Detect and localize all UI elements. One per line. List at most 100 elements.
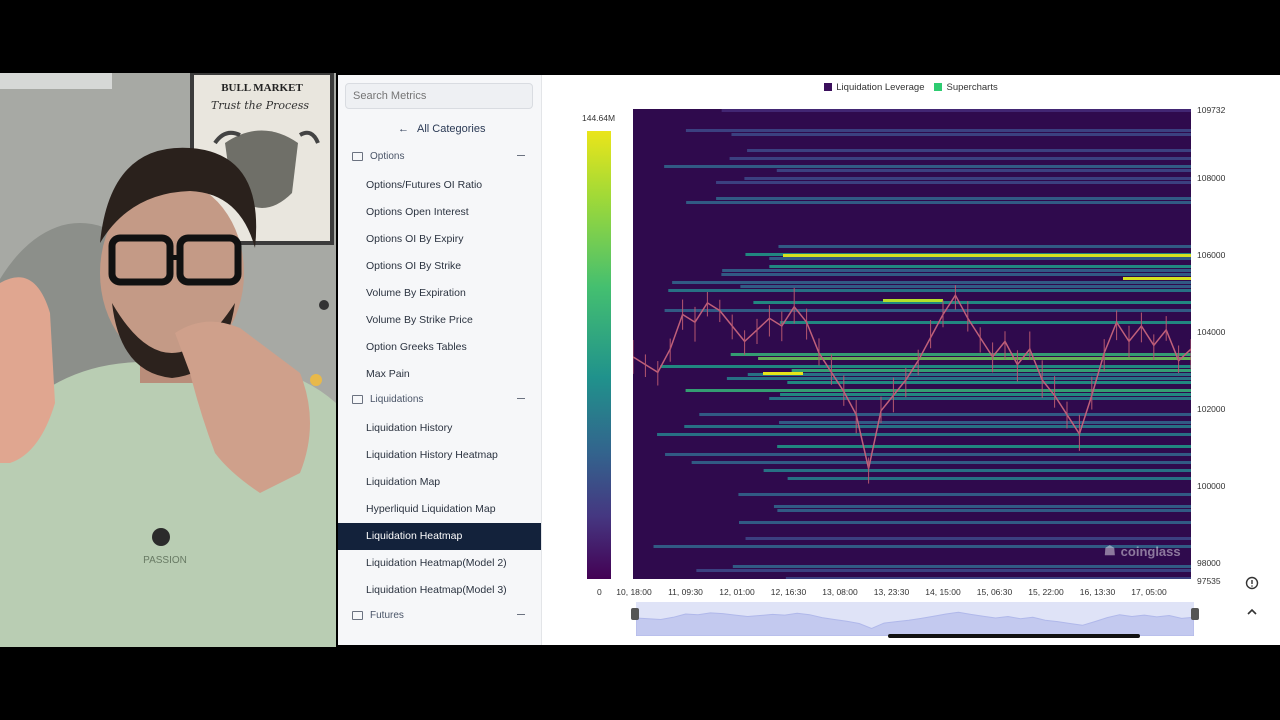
folder-icon	[352, 395, 363, 404]
y-tick-label: 104000	[1197, 327, 1226, 337]
sidebar-item-liquidation-heatmap[interactable]: Liquidation Heatmap	[338, 523, 541, 550]
search-input[interactable]	[345, 83, 533, 109]
sidebar-item-liquidation-history-heatmap[interactable]: Liquidation History Heatmap	[338, 442, 541, 469]
heatmap-band	[685, 129, 1191, 132]
legend-item-leverage[interactable]: Liquidation Leverage	[824, 82, 924, 93]
glasses	[168, 255, 182, 260]
sidebar-item-options-oi-by-strike[interactable]: Options OI By Strike	[338, 253, 541, 280]
heatmap-band	[740, 285, 1191, 288]
category-label: Liquidations	[370, 394, 424, 405]
heatmap-band	[732, 565, 1191, 568]
settings-icon[interactable]	[1242, 573, 1262, 593]
x-tick-label: 12, 16:30	[770, 587, 807, 597]
heatmap-hot-band	[883, 299, 943, 302]
poster-subtitle: Trust the Process	[211, 99, 309, 112]
x-tick-label: 11, 09:30	[668, 587, 703, 597]
heatmap-band	[696, 569, 1191, 572]
sidebar-item-options-open-interest[interactable]: Options Open Interest	[338, 199, 541, 226]
heatmap-band	[664, 165, 1191, 168]
back-arrow-icon: ←	[398, 123, 409, 135]
coinglass-watermark: ☗ coinglass	[1104, 543, 1181, 559]
sidebar-item-hyperliquid-liquidation-map[interactable]: Hyperliquid Liquidation Map	[338, 496, 541, 523]
heatmap-band	[753, 301, 1191, 304]
heatmap-band	[791, 369, 1191, 372]
heatmap-band	[738, 521, 1191, 524]
heatmap-band	[769, 397, 1191, 400]
heatmap-band	[769, 265, 1191, 268]
heatmap-band	[716, 181, 1191, 184]
heatmap-band	[763, 469, 1191, 472]
heatmap-band	[780, 393, 1191, 396]
heatmap-band	[787, 381, 1191, 384]
heatmap-bands	[653, 109, 1191, 579]
sidebar: ← All Categories Options Options/Futures …	[338, 75, 542, 645]
time-range-brush[interactable]	[635, 602, 1195, 637]
sidebar-item-liquidation-map[interactable]: Liquidation Map	[338, 469, 541, 496]
sidebar-item-max-pain[interactable]: Max Pain	[338, 361, 541, 388]
y-tick-label: 108000	[1197, 173, 1226, 183]
watermark-text: coinglass	[1120, 543, 1181, 559]
heatmap-band	[684, 425, 1191, 428]
category-futures[interactable]: Futures	[352, 610, 525, 621]
category-liquidations[interactable]: Liquidations	[352, 394, 525, 405]
category-label: Futures	[370, 610, 404, 621]
x-tick-label: 13, 08:00	[822, 587, 858, 597]
heatmap-band	[787, 477, 1191, 480]
heatmap-hot-band	[783, 254, 1191, 257]
folder-icon	[352, 611, 363, 620]
brush-left-handle[interactable]	[631, 608, 639, 620]
y-tick-label: 98000	[1197, 558, 1221, 568]
x-tick-label: 13, 23:30	[873, 587, 910, 597]
heatmap-band	[731, 133, 1191, 136]
y-tick-label: 97535	[1197, 576, 1221, 586]
all-categories-link[interactable]: ← All Categories	[398, 123, 485, 135]
chart-panel: Liquidation Leverage Supercharts 144.64M…	[542, 75, 1280, 645]
y-tick-label: 106000	[1197, 250, 1226, 260]
category-options[interactable]: Options	[352, 151, 525, 162]
sidebar-item-option-greeks-tables[interactable]: Option Greeks Tables	[338, 334, 541, 361]
legend-label-leverage: Liquidation Leverage	[836, 82, 925, 93]
heatmap-band	[776, 169, 1191, 172]
heatmap-band	[691, 461, 1191, 464]
heatmap-band	[664, 309, 1191, 312]
heatmap-band	[722, 269, 1191, 272]
heatmap-band	[716, 197, 1191, 200]
x-tick-label: 16, 13:30	[1079, 587, 1116, 597]
folder-icon	[352, 152, 363, 161]
sidebar-item-volume-by-expiration[interactable]: Volume By Expiration	[338, 280, 541, 307]
heatmap-band	[668, 289, 1191, 292]
collapse-minus-icon[interactable]	[517, 398, 525, 399]
heatmap-band	[657, 433, 1191, 436]
presenter-video: BULL MARKET Trust the Process PASSION	[0, 73, 336, 647]
sidebar-item-options-futures-oi-ratio[interactable]: Options/Futures OI Ratio	[338, 172, 541, 199]
heatmap-band	[699, 413, 1191, 416]
x-tick-label: 14, 15:00	[925, 587, 961, 597]
collapse-minus-icon[interactable]	[517, 155, 525, 156]
liquidation-heatmap[interactable]	[633, 109, 1191, 579]
sidebar-item-liquidation-history[interactable]: Liquidation History	[338, 415, 541, 442]
colorbar-max-label: 144.64M	[582, 113, 616, 123]
webcam-overlay: BULL MARKET Trust the Process PASSION	[0, 73, 336, 647]
collapse-minus-icon[interactable]	[517, 614, 525, 615]
heatmap-band	[745, 537, 1191, 540]
heatmap-band	[729, 157, 1191, 160]
all-categories-label: All Categories	[417, 123, 486, 135]
brush-right-handle[interactable]	[1191, 608, 1199, 620]
sidebar-item-liquidation-heatmap-model-2-[interactable]: Liquidation Heatmap(Model 2)	[338, 550, 541, 577]
heatmap-band	[660, 365, 1191, 368]
sidebar-item-liquidation-heatmap-model-3-[interactable]: Liquidation Heatmap(Model 3)	[338, 577, 541, 604]
heatmap-band	[778, 245, 1191, 248]
sidebar-item-volume-by-strike-price[interactable]: Volume By Strike Price	[338, 307, 541, 334]
heatmap-svg	[633, 109, 1191, 579]
heatmap-band	[769, 257, 1191, 260]
heatmap-band	[730, 353, 1191, 356]
legend-item-supercharts[interactable]: Supercharts	[934, 82, 998, 93]
heatmap-band	[747, 373, 1191, 376]
colorbar-min-label: 0	[597, 587, 602, 597]
heatmap-band	[721, 109, 1191, 112]
sidebar-item-options-oi-by-expiry[interactable]: Options OI By Expiry	[338, 226, 541, 253]
heatmap-band	[785, 577, 1191, 579]
chevron-up-icon[interactable]	[1242, 602, 1262, 622]
x-tick-label: 15, 06:30	[976, 587, 1013, 597]
x-tick-label: 10, 18:00	[616, 587, 652, 597]
